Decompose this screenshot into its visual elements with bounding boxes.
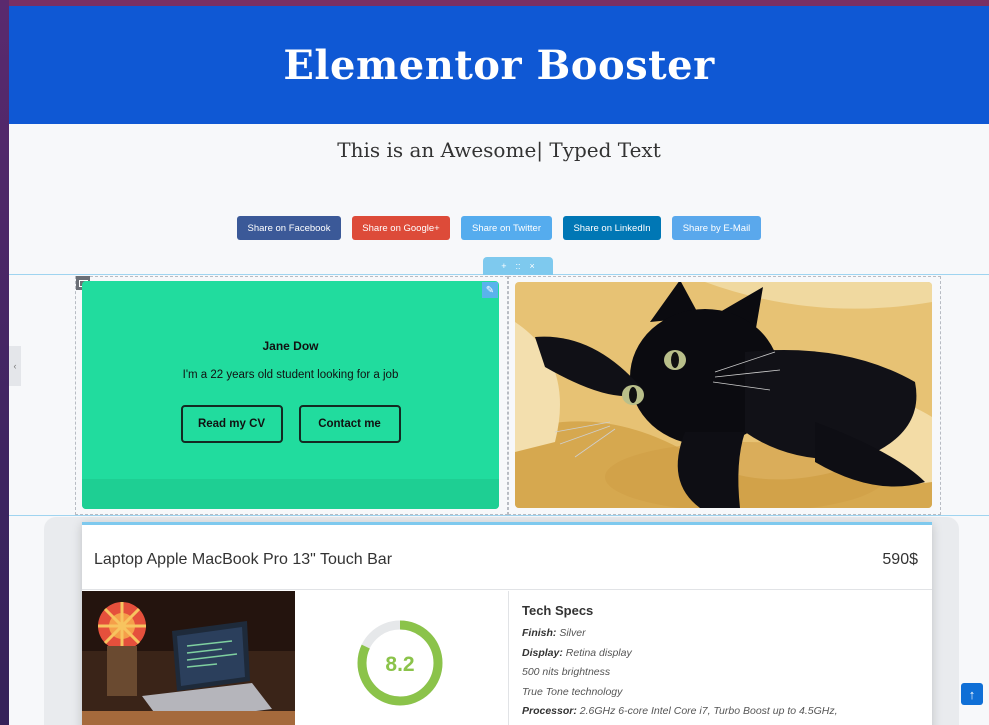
header-banner: Elementor Booster — [9, 6, 989, 124]
spec-display: Display: Retina display — [522, 644, 922, 664]
section-bottom-border — [9, 515, 989, 516]
spec-brightness: 500 nits brightness — [522, 666, 611, 678]
contact-me-button[interactable]: Contact me — [298, 405, 401, 443]
product-photo — [82, 591, 295, 725]
close-section-icon[interactable]: × — [530, 261, 535, 271]
product-title: Laptop Apple MacBook Pro 13" Touch Bar — [94, 551, 393, 568]
product-divider — [82, 589, 932, 590]
share-twitter-button[interactable]: Share on Twitter — [461, 216, 552, 240]
spec-true-tone: True Tone technology — [522, 685, 623, 698]
site-title: Elementor Booster — [283, 41, 715, 89]
specs-divider — [508, 591, 509, 725]
drag-handle-icon[interactable]: :: — [515, 261, 520, 271]
product-price: 590$ — [882, 551, 918, 568]
spec-processor-value: 2.6GHz 6-core Intel Core i7, Turbo Boost… — [576, 705, 838, 717]
rating-ring: 8.2 — [357, 620, 443, 706]
spec-display-label: Display: — [522, 646, 563, 659]
profile-card: Jane Dow I'm a 22 years old student look… — [82, 281, 499, 509]
profile-tagline: I'm a 22 years old student looking for a… — [182, 369, 399, 381]
typed-text-heading: This is an Awesome| Typed Text — [337, 138, 661, 162]
scroll-to-top-button[interactable]: ↑ — [961, 683, 983, 705]
add-section-icon[interactable]: + — [501, 261, 506, 271]
arrow-up-icon: ↑ — [968, 686, 976, 702]
spec-processor-label: Processor: — [522, 705, 577, 717]
chevron-left-icon: ‹ — [13, 361, 17, 371]
product-review-card: Laptop Apple MacBook Pro 13" Touch Bar 5… — [82, 522, 932, 725]
edit-widget-icon[interactable]: ✎ — [482, 282, 498, 298]
section-handle[interactable]: + :: × — [483, 257, 553, 275]
profile-buttons: Read my CV Contact me — [180, 405, 401, 443]
cat-image — [515, 282, 932, 508]
specs-heading: Tech Specs — [522, 603, 594, 618]
rating-score: 8.2 — [385, 653, 414, 676]
spec-display-value: Retina display — [562, 646, 632, 659]
card-footer-shade — [82, 479, 499, 509]
share-email-button[interactable]: Share by E-Mail — [672, 216, 761, 240]
spec-finish: Finish: Silver — [522, 624, 922, 644]
share-linkedin-button[interactable]: Share on LinkedIn — [563, 216, 661, 240]
share-google-button[interactable]: Share on Google+ — [352, 216, 450, 240]
tech-specs: Tech Specs Finish: Silver Display: Retin… — [522, 603, 922, 722]
share-facebook-button[interactable]: Share on Facebook — [237, 216, 341, 240]
spec-finish-label: Finish: — [522, 627, 557, 639]
spec-processor: Processor: 2.6GHz 6-core Intel Core i7, … — [522, 702, 922, 722]
share-buttons-row: Share on Facebook Share on Google+ Share… — [9, 216, 989, 240]
read-cv-button[interactable]: Read my CV — [180, 405, 283, 443]
panel-collapse-tab[interactable]: ‹ — [9, 346, 21, 386]
profile-name: Jane Dow — [262, 339, 319, 353]
page-frame: Elementor Booster This is an Awesome| Ty… — [9, 0, 989, 725]
spec-finish-value: Silver — [556, 627, 586, 639]
